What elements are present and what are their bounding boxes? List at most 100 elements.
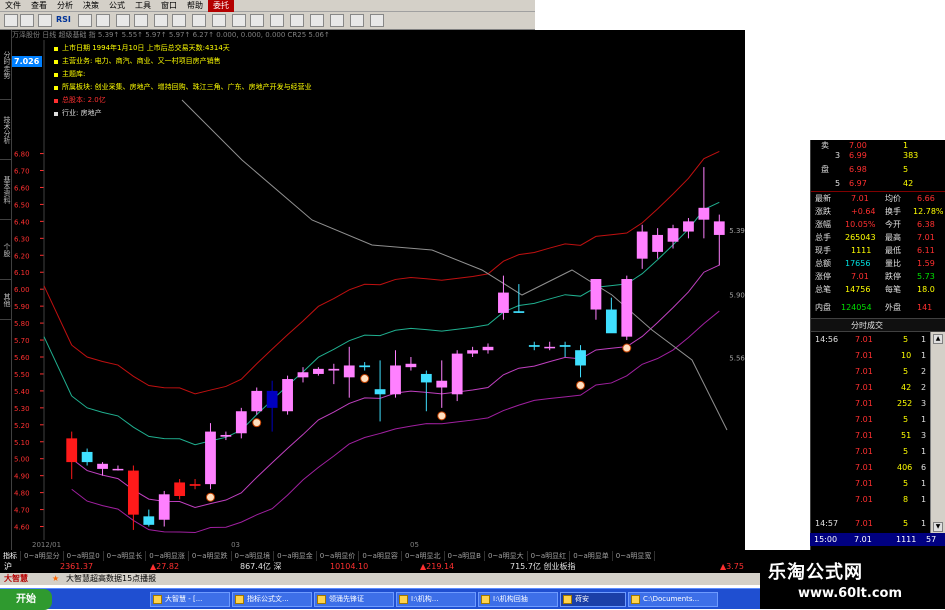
menu-analysis[interactable]: 分析 [52,0,78,12]
info-listing-date: 上市日期 1994年1月10日 上市后总交易天数:4314天 [54,42,354,55]
chart-icon[interactable] [78,14,92,27]
tab-formula[interactable]: 0~a明显境 [232,550,275,561]
side-tab-intraday[interactable]: 分时走势 [0,30,12,100]
candle-body [513,311,525,313]
y-tick-label: 5.70 [14,337,30,345]
forward-icon[interactable] [20,14,34,27]
band-value-label: 5.39 [729,227,745,235]
user-icon[interactable] [330,14,344,27]
signal-marker [252,418,262,428]
scroll-down-icon[interactable]: ▼ [933,522,943,532]
stop-icon[interactable] [310,14,324,27]
pause-icon[interactable] [270,14,284,27]
flag-icon[interactable] [154,14,168,27]
tab-formula[interactable]: 0~a明显B [445,550,485,561]
candle-body [667,228,679,242]
side-tab-technical[interactable]: 技术分析 [0,100,12,160]
tab-formula[interactable]: 0~a明显价 [317,550,360,561]
tick-row: 7.01 10 1 [855,351,927,360]
menu-decision[interactable]: 决策 [78,0,104,12]
binoculars-icon[interactable] [192,14,206,27]
tab-formula[interactable]: 0~a明显分 [21,550,64,561]
tab-formula[interactable]: 0~a明显跌 [189,550,232,561]
tab-formula[interactable]: 0~a明显容 [359,550,402,561]
tab-ticks[interactable]: 分时成交 [851,320,883,331]
y-tick-label: 5.20 [14,422,30,430]
kline-chart[interactable]: 6.80 6.70 6.60 6.50 6.40 6.30 6.20 6.10 6.00 5.90… [12,30,745,550]
tab-formula[interactable]: 0~a明显涨 [146,550,189,561]
tab-formula[interactable]: 0~a明显单 [570,550,613,561]
y-tick-label: 5.90 [14,303,30,311]
search-icon[interactable] [116,14,130,27]
ticks-scrollbar[interactable]: ▲ ▼ [930,332,945,536]
tab-formula[interactable]: 0~a明显0 [64,550,104,561]
candle-body [420,373,432,383]
menu-view[interactable]: 查看 [26,0,52,12]
side-tab-selection[interactable]: 个股 [0,220,12,280]
menu-formula[interactable]: 公式 [104,0,130,12]
pen-icon[interactable] [96,14,110,27]
menu-window[interactable]: 窗口 [156,0,182,12]
news-bar[interactable]: 大智慧 ★ 大智慧超高数据15点播报 [0,573,760,585]
info-business: 主营业务: 电力、商汽、商业、又一村项目房产销售 [54,55,354,68]
tab-formula[interactable]: 0~a明显大 [485,550,528,561]
candle-body [451,353,463,395]
tab-formula[interactable]: 0~a明显宽 [613,550,656,561]
task-item[interactable]: I:\机构回抽 [478,592,558,607]
candle-body [482,346,494,351]
list-icon[interactable] [172,14,186,27]
task-item[interactable]: 领涌先锋证 [314,592,394,607]
tick-row: 14:56 7.01 5 1 [815,335,927,344]
info-icon[interactable] [290,14,304,27]
indicator-tabs: 指标 0~a明显分 0~a明显0 0~a明显长 0~a明显涨 0~a明显跌 0~… [0,550,760,561]
tab-formula[interactable]: 0~a明显长 [104,550,147,561]
stat-row: 涨停 7.01 跌停 5.73 [815,272,935,281]
candle-body [390,365,401,395]
task-item[interactable]: 指标公式文... [232,592,312,607]
side-tabs: 分时走势 技术分析 基本资料 个股 其他 [0,30,12,550]
cursor-icon[interactable] [212,14,226,27]
candle-body [498,292,509,313]
dollar-icon[interactable] [134,14,148,27]
tab-formula[interactable]: 0~a明显红 [528,550,571,561]
index-ticker: 沪 2361.37 ▲27.82 867.4亿 深 10104.10 ▲219.… [0,561,760,573]
tab-formula[interactable]: 0~a明显金 [274,550,317,561]
task-item[interactable]: C:\Documents... [628,592,718,607]
side-tab-fundamental[interactable]: 基本资料 [0,160,12,220]
tab-indicator[interactable]: 指标 [0,550,21,561]
news-headline[interactable]: 大智慧超高数据15点播报 [66,573,156,585]
y-tick-label: 5.40 [14,388,30,396]
tool-icon[interactable] [350,14,364,27]
candle-body [605,309,617,334]
menu-file[interactable]: 文件 [0,0,26,12]
grid-icon[interactable] [38,14,52,27]
task-item[interactable]: 大智慧 - [... [150,592,230,607]
task-item[interactable]: 荷安 [560,592,626,607]
y-tick-label: 5.80 [14,320,30,328]
tick-row: 7.01 5 1 [855,479,927,488]
zoom-out-icon[interactable] [250,14,264,27]
tab-formula[interactable]: 0~a明显北 [402,550,445,561]
y-tick-label: 6.10 [14,269,30,277]
candle-body [220,434,232,437]
signal-marker [205,492,215,502]
menu-tools[interactable]: 工具 [130,0,156,12]
candle-body [590,279,602,310]
task-item[interactable]: I:\机构... [396,592,476,607]
menu-help[interactable]: 帮助 [182,0,208,12]
y-tick-label: 6.30 [14,235,30,243]
scroll-up-icon[interactable]: ▲ [933,334,943,344]
globe-icon[interactable] [370,14,384,27]
side-tab-other[interactable]: 其他 [0,280,12,320]
toolbar: RSI [0,12,535,30]
back-icon[interactable] [4,14,18,27]
y-tick-label: 4.90 [14,473,30,481]
start-button[interactable]: 开始 [0,589,52,610]
candle-body [528,345,540,347]
signal-marker [622,343,632,353]
menu-trade[interactable]: 委托 [208,0,234,12]
stat-row: 现手 1111 最低 6.11 [815,246,935,255]
candle-body [235,411,247,434]
zoom-in-icon[interactable] [232,14,246,27]
rsi-button[interactable]: RSI [56,15,71,24]
